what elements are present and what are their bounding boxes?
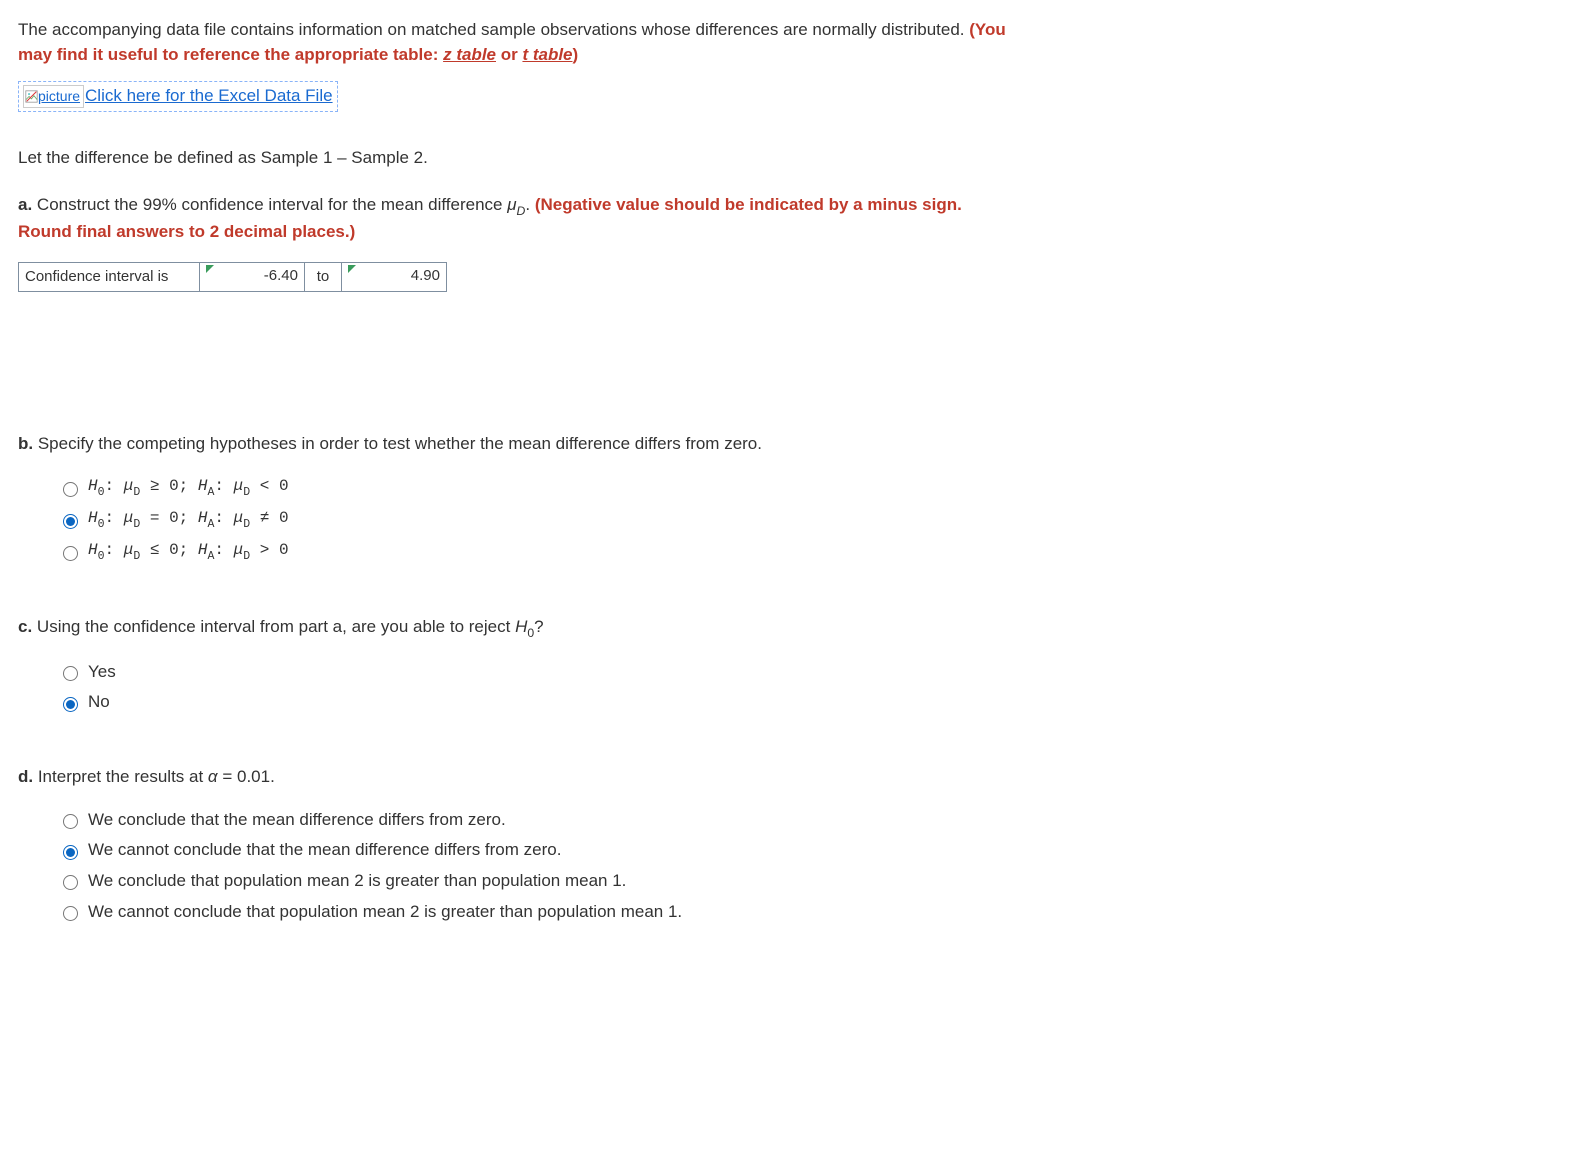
d-label: d. [18, 767, 33, 786]
d-option-label: We conclude that the mean difference dif… [88, 808, 506, 833]
b-radio[interactable] [63, 514, 78, 529]
d-text-post: = 0.01. [218, 767, 275, 786]
alpha-sym: α [208, 767, 218, 786]
c-radio[interactable] [63, 697, 78, 712]
d-radio[interactable] [63, 906, 78, 921]
intro-paragraph: The accompanying data file contains info… [18, 18, 1008, 67]
d-options: We conclude that the mean difference dif… [58, 808, 1008, 925]
d-option: We conclude that the mean difference dif… [58, 808, 1008, 833]
c-label: c. [18, 617, 32, 636]
b-option: H0: μD ≤ 0; HA: μD > 0 [58, 539, 1008, 565]
ci-to: to [305, 263, 342, 292]
a-after-mu: . [525, 195, 534, 214]
d-option: We cannot conclude that the mean differe… [58, 838, 1008, 863]
b-option-label: H0: μD ≤ 0; HA: μD > 0 [88, 539, 289, 565]
check-icon [348, 265, 356, 273]
question-d: d. Interpret the results at α = 0.01. [18, 765, 1008, 790]
question-a: a. Construct the 99% confidence interval… [18, 193, 1008, 245]
b-option: H0: μD = 0; HA: μD ≠ 0 [58, 507, 1008, 533]
b-label: b. [18, 434, 33, 453]
excel-data-file-link[interactable]: picture Click here for the Excel Data Fi… [18, 81, 338, 112]
d-option-label: We cannot conclude that population mean … [88, 900, 682, 925]
ci-high-value: 4.90 [411, 267, 440, 284]
broken-image-icon: picture [23, 85, 84, 107]
a-label: a. [18, 195, 32, 214]
question-b: b. Specify the competing hypotheses in o… [18, 432, 1008, 457]
ci-label-cell: Confidence interval is [19, 263, 200, 292]
difference-definition: Let the difference be defined as Sample … [18, 146, 1008, 171]
c-option-label: Yes [88, 660, 116, 685]
c-options: Yes No [58, 660, 1008, 715]
d-option: We conclude that population mean 2 is gr… [58, 869, 1008, 894]
b-radio[interactable] [63, 482, 78, 497]
excel-link-text: Click here for the Excel Data File [85, 84, 333, 109]
d-option-label: We cannot conclude that the mean differe… [88, 838, 561, 863]
b-radio[interactable] [63, 546, 78, 561]
d-text-pre: Interpret the results at [33, 767, 208, 786]
d-radio[interactable] [63, 845, 78, 860]
z-table-link[interactable]: z table [443, 45, 496, 64]
c-radio[interactable] [63, 666, 78, 681]
b-option-label: H0: μD = 0; HA: μD ≠ 0 [88, 507, 289, 533]
h0-sym: H [515, 617, 527, 636]
d-radio[interactable] [63, 875, 78, 890]
mu-sub: D [517, 204, 526, 218]
intro-text: The accompanying data file contains info… [18, 20, 969, 39]
c-option-label: No [88, 690, 110, 715]
intro-or: or [496, 45, 522, 64]
confidence-interval-table: Confidence interval is -6.40 to 4.90 [18, 262, 447, 292]
broken-image-alt: picture [38, 86, 80, 106]
d-option: We cannot conclude that population mean … [58, 900, 1008, 925]
ci-high-input[interactable]: 4.90 [342, 263, 447, 292]
ci-low-value: -6.40 [264, 267, 298, 284]
d-option-label: We conclude that population mean 2 is gr… [88, 869, 626, 894]
a-text: Construct the 99% confidence interval fo… [32, 195, 507, 214]
b-option-label: H0: μD ≥ 0; HA: μD < 0 [88, 475, 289, 501]
intro-bold-close: ) [573, 45, 579, 64]
ci-low-input[interactable]: -6.40 [200, 263, 305, 292]
check-icon [206, 265, 214, 273]
mu-symbol: μ [507, 195, 516, 214]
question-c: c. Using the confidence interval from pa… [18, 615, 1008, 642]
b-options: H0: μD ≥ 0; HA: μD < 0 H0: μD = 0; HA: μD… [58, 475, 1008, 565]
c-text-pre: Using the confidence interval from part … [32, 617, 515, 636]
c-option: No [58, 690, 1008, 715]
d-radio[interactable] [63, 814, 78, 829]
t-table-link[interactable]: t table [522, 45, 572, 64]
h0-sub: 0 [527, 626, 534, 640]
b-text: Specify the competing hypotheses in orde… [33, 434, 762, 453]
c-text-post: ? [534, 617, 543, 636]
b-option: H0: μD ≥ 0; HA: μD < 0 [58, 475, 1008, 501]
c-option: Yes [58, 660, 1008, 685]
